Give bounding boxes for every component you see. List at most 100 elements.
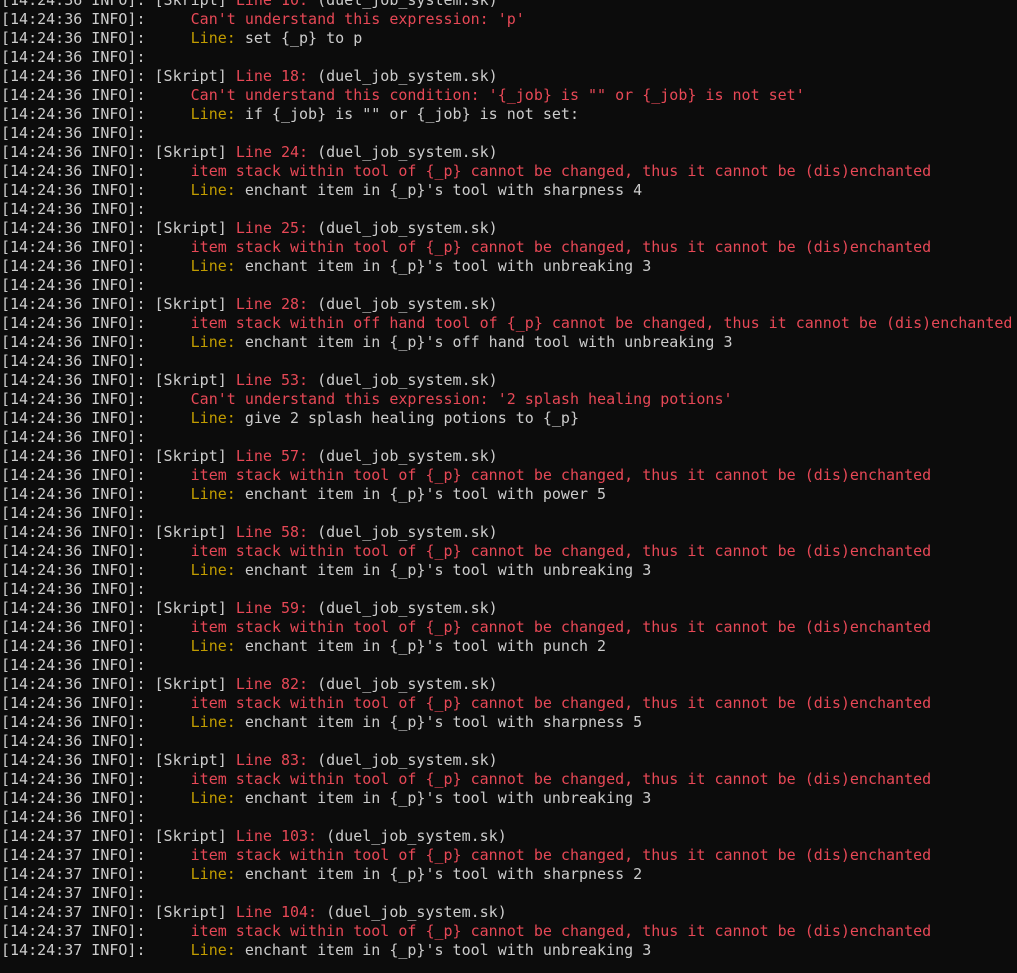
- log-line-label: Line:: [190, 941, 236, 959]
- log-error-text: Line 18:: [235, 67, 309, 85]
- log-text: [Skript]: [154, 0, 236, 9]
- log-timestamp: [14:24:36 INFO]:: [1, 599, 146, 617]
- log-text: enchant item in {_p}'s tool with sharpne…: [235, 865, 643, 883]
- log-line: [14:24:36 INFO]: [Skript] Line 59: (duel…: [1, 599, 1012, 618]
- log-error-text: Line 104:: [235, 903, 318, 921]
- log-timestamp: [14:24:36 INFO]:: [1, 257, 146, 275]
- log-error-text: Can't understand this condition: '{_job}…: [190, 86, 805, 104]
- log-line-label: Line:: [190, 789, 236, 807]
- log-error-text: item stack within tool of {_p} cannot be…: [190, 770, 932, 788]
- log-line: [14:24:36 INFO]: Line: give 2 splash hea…: [1, 409, 1012, 428]
- log-text: [Skript]: [154, 903, 236, 921]
- log-indent: [146, 675, 155, 693]
- log-text: [Skript]: [154, 523, 236, 541]
- log-error-text: item stack within tool of {_p} cannot be…: [190, 542, 932, 560]
- log-timestamp: [14:24:36 INFO]:: [1, 504, 146, 522]
- log-timestamp: [14:24:36 INFO]:: [1, 181, 146, 199]
- log-indent: [146, 238, 191, 256]
- log-indent: [146, 86, 191, 104]
- log-indent: [146, 865, 191, 883]
- log-line: [14:24:36 INFO]: Line: enchant item in {…: [1, 789, 1012, 808]
- log-text: (duel_job_system.sk): [308, 371, 498, 389]
- log-line: [14:24:36 INFO]: [Skript] Line 82: (duel…: [1, 675, 1012, 694]
- terminal-window[interactable]: [14:24:36 INFO]: [Skript] Line 10: (duel…: [0, 0, 1017, 973]
- log-indent: [146, 903, 155, 921]
- log-text: [Skript]: [154, 295, 236, 313]
- log-timestamp: [14:24:36 INFO]:: [1, 770, 146, 788]
- log-line: [14:24:36 INFO]:: [1, 656, 1012, 675]
- log-timestamp: [14:24:36 INFO]:: [1, 618, 146, 636]
- log-indent: [146, 789, 191, 807]
- log-indent: [146, 941, 191, 959]
- log-timestamp: [14:24:36 INFO]:: [1, 751, 146, 769]
- log-indent: [146, 523, 155, 541]
- log-text: enchant item in {_p}'s tool with sharpne…: [235, 713, 643, 731]
- log-line: [14:24:36 INFO]: Can't understand this c…: [1, 86, 1012, 105]
- log-line: [14:24:36 INFO]: item stack within off h…: [1, 314, 1012, 333]
- log-timestamp: [14:24:36 INFO]:: [1, 219, 146, 237]
- log-error-text: Line 59:: [235, 599, 309, 617]
- log-timestamp: [14:24:36 INFO]:: [1, 713, 146, 731]
- log-timestamp: [14:24:36 INFO]:: [1, 637, 146, 655]
- log-line: [14:24:36 INFO]: [Skript] Line 28: (duel…: [1, 295, 1012, 314]
- log-line: [14:24:36 INFO]:: [1, 504, 1012, 523]
- log-indent: [146, 333, 191, 351]
- log-error-text: Line 83:: [235, 751, 309, 769]
- log-indent: [146, 295, 155, 313]
- log-text: [Skript]: [154, 143, 236, 161]
- log-timestamp: [14:24:36 INFO]:: [1, 10, 146, 28]
- log-timestamp: [14:24:36 INFO]:: [1, 542, 146, 560]
- log-line: [14:24:36 INFO]: [Skript] Line 10: (duel…: [1, 0, 1012, 10]
- log-line: [14:24:36 INFO]:: [1, 352, 1012, 371]
- log-indent: [146, 485, 191, 503]
- log-text: [Skript]: [154, 675, 236, 693]
- log-line: [14:24:36 INFO]:: [1, 124, 1012, 143]
- log-text: enchant item in {_p}'s tool with unbreak…: [235, 941, 652, 959]
- log-error-text: item stack within tool of {_p} cannot be…: [190, 694, 932, 712]
- log-line-label: Line:: [190, 865, 236, 883]
- log-line: [14:24:36 INFO]: item stack within tool …: [1, 466, 1012, 485]
- log-line: [14:24:36 INFO]: item stack within tool …: [1, 694, 1012, 713]
- log-indent: [146, 219, 155, 237]
- log-indent: [146, 713, 191, 731]
- log-text: enchant item in {_p}'s tool with punch 2: [235, 637, 607, 655]
- log-indent: [146, 618, 191, 636]
- log-error-text: Line 10:: [235, 0, 309, 9]
- log-text: (duel_job_system.sk): [308, 447, 498, 465]
- log-timestamp: [14:24:36 INFO]:: [1, 675, 146, 693]
- log-indent: [146, 162, 191, 180]
- log-line: [14:24:36 INFO]:: [1, 276, 1012, 295]
- log-indent: [146, 29, 191, 47]
- log-line: [14:24:36 INFO]:: [1, 200, 1012, 219]
- log-timestamp: [14:24:36 INFO]:: [1, 0, 146, 9]
- log-timestamp: [14:24:36 INFO]:: [1, 295, 146, 313]
- log-timestamp: [14:24:36 INFO]:: [1, 447, 146, 465]
- log-line: [14:24:36 INFO]: Line: enchant item in {…: [1, 637, 1012, 656]
- log-timestamp: [14:24:36 INFO]:: [1, 48, 146, 66]
- log-text: (duel_job_system.sk): [308, 523, 498, 541]
- log-line: [14:24:36 INFO]: Line: enchant item in {…: [1, 257, 1012, 276]
- log-error-text: Can't understand this expression: '2 spl…: [190, 390, 733, 408]
- log-text: [Skript]: [154, 67, 236, 85]
- log-indent: [146, 371, 155, 389]
- log-indent: [146, 694, 191, 712]
- log-error-text: Line 103:: [235, 827, 318, 845]
- log-error-text: Line 28:: [235, 295, 309, 313]
- log-indent: [146, 10, 191, 28]
- log-text: [Skript]: [154, 827, 236, 845]
- log-line-label: Line:: [190, 713, 236, 731]
- log-line: [14:24:36 INFO]: Can't understand this e…: [1, 10, 1012, 29]
- log-timestamp: [14:24:36 INFO]:: [1, 124, 146, 142]
- log-line: [14:24:37 INFO]: Line: enchant item in {…: [1, 865, 1012, 884]
- log-text: [Skript]: [154, 219, 236, 237]
- log-line: [14:24:36 INFO]: [Skript] Line 53: (duel…: [1, 371, 1012, 390]
- log-indent: [146, 143, 155, 161]
- log-error-text: Line 25:: [235, 219, 309, 237]
- log-error-text: item stack within tool of {_p} cannot be…: [190, 238, 932, 256]
- log-text: enchant item in {_p}'s tool with unbreak…: [235, 789, 652, 807]
- log-indent: [146, 922, 191, 940]
- log-text: set {_p} to p: [235, 29, 363, 47]
- log-error-text: Line 24:: [235, 143, 309, 161]
- log-error-text: Line 82:: [235, 675, 309, 693]
- log-line-label: Line:: [190, 409, 236, 427]
